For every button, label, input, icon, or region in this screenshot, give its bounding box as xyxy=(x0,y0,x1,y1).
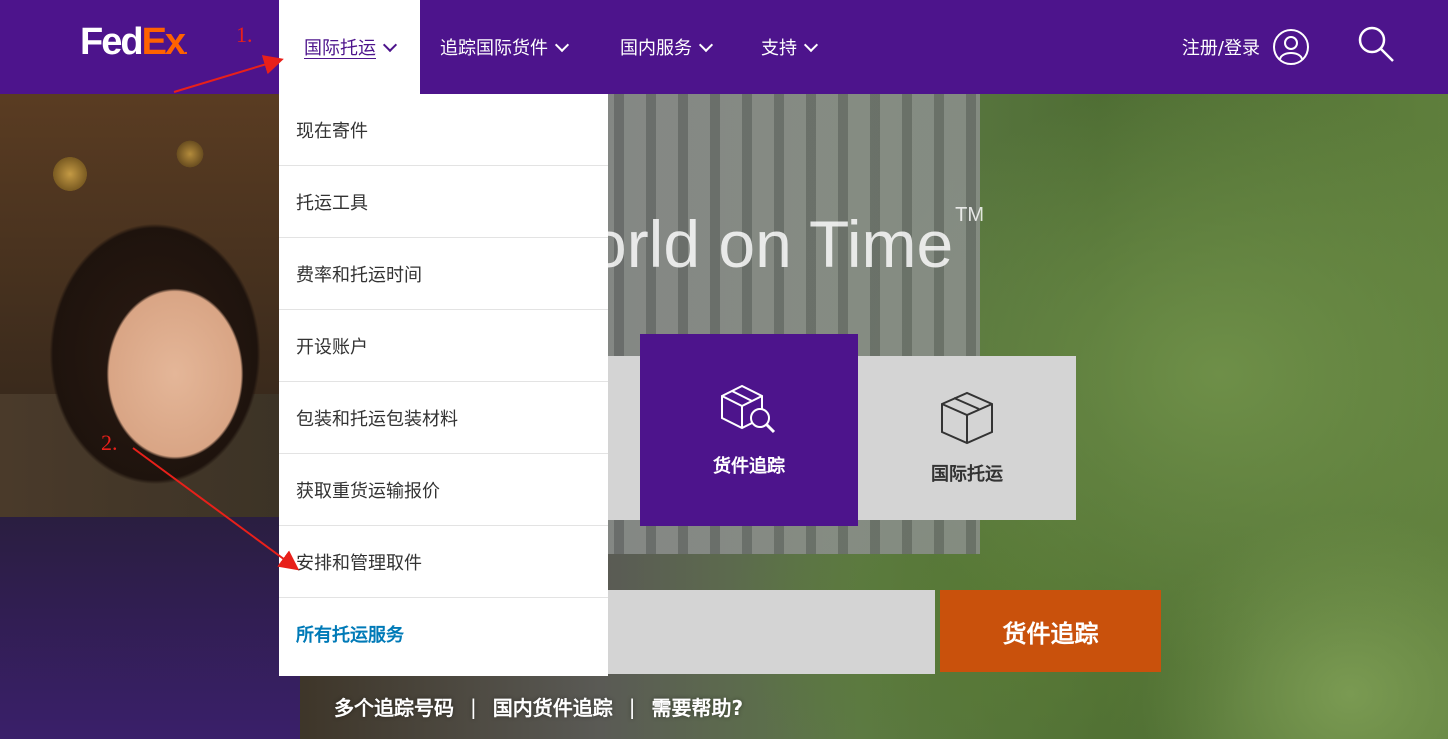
nav-label: 国内服务 xyxy=(620,38,692,59)
nav-label: 追踪国际货件 xyxy=(440,38,548,59)
tile-partial[interactable] xyxy=(606,356,640,520)
domestic-tracking-link[interactable]: 国内货件追踪 xyxy=(493,692,613,721)
nav-domestic-services[interactable]: 国内服务 xyxy=(620,0,714,94)
fedex-logo[interactable]: FedEx. xyxy=(80,20,188,64)
menu-item-ship-now[interactable]: 现在寄件 xyxy=(279,94,608,166)
menu-item-open-account[interactable]: 开设账户 xyxy=(279,310,608,382)
help-link[interactable]: 需要帮助? xyxy=(652,692,744,721)
tile-ship-label: 国际托运 xyxy=(931,464,1003,485)
menu-item-rates-transit[interactable]: 费率和托运时间 xyxy=(279,238,608,310)
hero-tagline: orld on Time TM xyxy=(590,204,985,281)
menu-item-all-services[interactable]: 所有托运服务 xyxy=(279,598,608,670)
tracking-number-input[interactable] xyxy=(606,590,935,674)
menu-item-packaging[interactable]: 包装和托运包装材料 xyxy=(279,382,608,454)
login-link[interactable]: 注册/登录 xyxy=(1182,0,1310,94)
login-label: 注册/登录 xyxy=(1181,38,1260,59)
menu-item-freight-quote[interactable]: 获取重货运输报价 xyxy=(279,454,608,526)
tile-track-shipment[interactable]: 货件追踪 xyxy=(640,334,858,526)
search-icon[interactable] xyxy=(1356,24,1396,64)
package-icon xyxy=(941,391,993,445)
package-search-icon xyxy=(721,384,776,434)
nav-label: 国际托运 xyxy=(304,38,376,59)
tracking-links: 多个追踪号码 | 国内货件追踪 | 需要帮助? xyxy=(334,692,743,721)
divider: | xyxy=(470,694,477,719)
nav-label: 支持 xyxy=(761,38,797,59)
menu-item-schedule-pickup[interactable]: 安排和管理取件 xyxy=(279,526,608,598)
courier-photo xyxy=(0,184,300,739)
multi-tracking-link[interactable]: 多个追踪号码 xyxy=(334,692,454,721)
international-shipping-dropdown: 现在寄件 托运工具 费率和托运时间 开设账户 包装和托运包装材料 获取重货运输报… xyxy=(279,94,608,676)
track-button[interactable]: 货件追踪 xyxy=(940,590,1161,672)
chevron-down-icon xyxy=(698,37,714,52)
divider: | xyxy=(628,694,636,719)
menu-item-shipping-tools[interactable]: 托运工具 xyxy=(279,166,608,238)
nav-international-shipping[interactable]: 国际托运 xyxy=(279,0,420,94)
top-header: FedEx. 国际托运 追踪国际货件 国内服务 支持 注册/登录 xyxy=(0,0,1448,94)
trademark: TM xyxy=(955,204,985,226)
nav-support[interactable]: 支持 xyxy=(761,0,819,94)
annotation-step-1: 1. xyxy=(236,22,253,47)
chevron-down-icon xyxy=(803,37,819,52)
tile-international-shipping[interactable]: 国际托运 xyxy=(858,356,1076,520)
chevron-down-icon xyxy=(554,37,570,52)
annotation-step-2: 2. xyxy=(101,430,118,455)
tile-track-label: 货件追踪 xyxy=(713,456,785,477)
user-icon xyxy=(1273,29,1309,65)
chevron-down-icon xyxy=(382,37,398,52)
nav-track-international[interactable]: 追踪国际货件 xyxy=(440,0,570,94)
